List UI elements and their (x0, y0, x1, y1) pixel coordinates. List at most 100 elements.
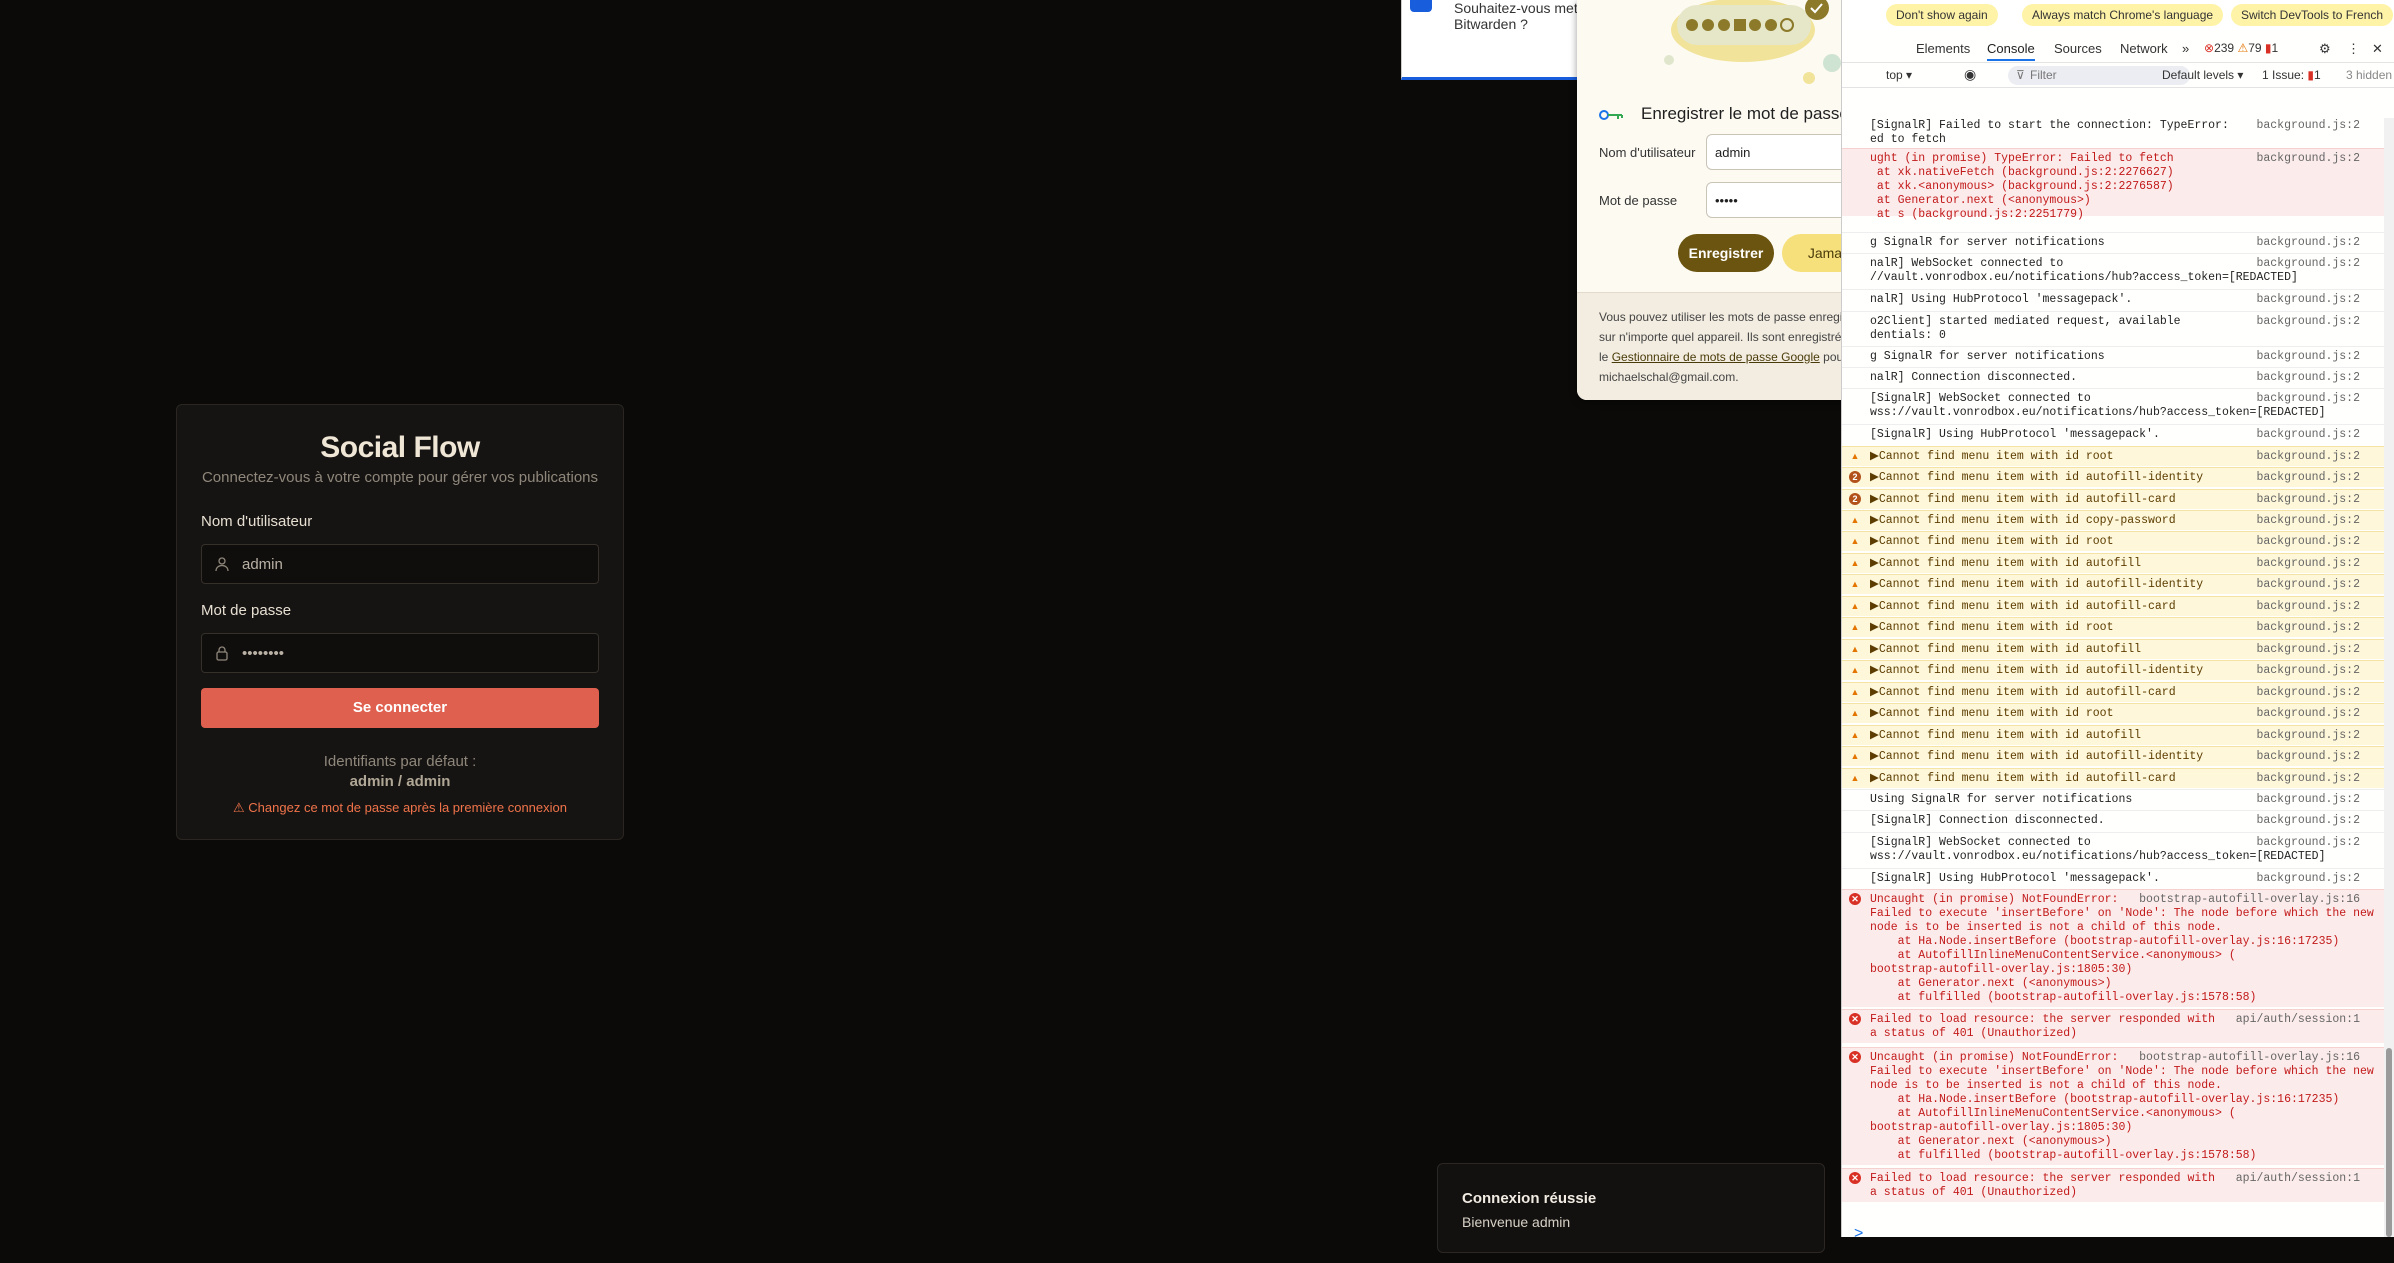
console-log-source-link[interactable]: background.js:2 (2256, 236, 2360, 249)
warning-triangle-icon: ▲ (1850, 558, 1860, 568)
console-log-source-link[interactable]: background.js:2 (2256, 772, 2360, 785)
console-log-source-link[interactable]: background.js:2 (2256, 686, 2360, 699)
match-language-button[interactable]: Always match Chrome's language (2022, 4, 2224, 26)
login-button[interactable]: Se connecter (201, 688, 599, 728)
google-password-manager-link[interactable]: Gestionnaire de mots de passe Google (1612, 350, 1820, 364)
console-log-row[interactable]: ▲ ▶Cannot find menu item with id autofill… (1842, 596, 2394, 616)
dont-show-again-button[interactable]: Don't show again (1886, 4, 1998, 26)
context-value: top (1886, 68, 1903, 82)
levels-value: Default levels (2162, 68, 2235, 82)
console-log-source-link[interactable]: background.js:2 (2256, 621, 2360, 634)
console-log-row[interactable]: [SignalR] Using HubProtocol 'messagepack… (1842, 868, 2394, 888)
console-log-source-link[interactable]: background.js:2 (2256, 315, 2360, 328)
console-log-source-link[interactable]: background.js:2 (2256, 371, 2360, 384)
console-log-row[interactable]: ✕ Failed to load resource: the server res… (1842, 1009, 2394, 1043)
console-log-source-link[interactable]: background.js:2 (2256, 707, 2360, 720)
console-log-row[interactable]: [SignalR] Using HubProtocol 'messagepack… (1842, 424, 2394, 444)
log-levels-dropdown[interactable]: Default levels ▾ (2162, 68, 2243, 82)
console-prompt[interactable]: > (1842, 1209, 2394, 1242)
console-log-source-link[interactable]: background.js:2 (2256, 600, 2360, 613)
console-log-source-link[interactable]: background.js:2 (2256, 836, 2360, 849)
error-counter[interactable]: ⊗239 ⚠79 ▮1 (2204, 41, 2278, 55)
console-log-row[interactable]: ▲ ▶Cannot find menu item with id autofill… (1842, 746, 2394, 766)
console-log-text: ▶Cannot find menu item with id autofill-… (1870, 493, 2176, 506)
console-log-source-link[interactable]: background.js:2 (2256, 119, 2360, 132)
console-log-area: [SignalR] Failed to start the connection… (1842, 118, 2394, 1237)
console-log-row[interactable]: o2Client] started mediated request, avai… (1842, 311, 2394, 345)
live-expression-eye-icon[interactable]: ◉ (1964, 66, 1976, 83)
console-log-row[interactable]: ▲ ▶Cannot find menu item with id autofill… (1842, 660, 2394, 680)
console-log-source-link[interactable]: background.js:2 (2256, 793, 2360, 806)
console-log-source-link[interactable]: background.js:2 (2256, 750, 2360, 763)
console-log-source-link[interactable]: background.js:2 (2256, 643, 2360, 656)
console-log-row[interactable]: ▲ ▶Cannot find menu item with id autofill… (1842, 574, 2394, 594)
settings-gear-icon[interactable]: ⚙ (2319, 41, 2331, 57)
error-icon: ⊗ (2204, 41, 2215, 55)
console-log-row[interactable]: ▲ ▶Cannot find menu item with id autofill… (1842, 768, 2394, 788)
save-password-button[interactable]: Enregistrer (1678, 234, 1774, 272)
console-log-source-link[interactable]: background.js:2 (2256, 392, 2360, 405)
scrollbar-thumb[interactable] (2386, 1048, 2392, 1237)
console-log-source-link[interactable]: background.js:2 (2256, 152, 2360, 165)
console-log-row[interactable]: g SignalR for server notifications backgr… (1842, 232, 2394, 252)
console-log-row[interactable]: nalR] WebSocket connected to //vault.von… (1842, 253, 2394, 287)
console-scrollbar[interactable] (2384, 118, 2394, 1237)
tab-sources[interactable]: Sources (2054, 41, 2102, 56)
console-log-source-link[interactable]: background.js:2 (2256, 257, 2360, 270)
console-log-text: ▶Cannot find menu item with id autofill (1870, 729, 2142, 742)
console-log-source-link[interactable]: background.js:2 (2256, 814, 2360, 827)
console-log-row[interactable]: [SignalR] WebSocket connected to wss://v… (1842, 832, 2394, 866)
username-input[interactable]: admin (201, 544, 599, 584)
close-devtools-icon[interactable]: ✕ (2372, 41, 2383, 57)
console-log-source-link[interactable]: background.js:2 (2256, 729, 2360, 742)
switch-language-button[interactable]: Switch DevTools to French (2231, 4, 2394, 26)
console-log-row[interactable]: [SignalR] WebSocket connected to wss://v… (1842, 388, 2394, 422)
console-log-source-link[interactable]: background.js:2 (2256, 493, 2360, 506)
console-log-row[interactable]: ▲ ▶Cannot find menu item with id autofill… (1842, 553, 2394, 573)
console-log-row[interactable]: ▲ ▶Cannot find menu item with id autofill… (1842, 682, 2394, 702)
tab-elements[interactable]: Elements (1916, 41, 1970, 56)
console-log-row[interactable]: [SignalR] Connection disconnected. backgr… (1842, 810, 2394, 830)
password-input[interactable]: •••••••• (201, 633, 599, 673)
tab-network[interactable]: Network (2120, 41, 2168, 56)
console-log-source-link[interactable]: api/auth/session:1 (2236, 1013, 2360, 1026)
console-log-row[interactable]: ✕ Uncaught (in promise) NotFoundError: Fa… (1842, 889, 2394, 1007)
console-log-row[interactable]: Using SignalR for server notifications ba… (1842, 789, 2394, 809)
console-log-source-link[interactable]: api/auth/session:1 (2236, 1172, 2360, 1185)
context-selector[interactable]: top ▾ (1886, 68, 1912, 82)
console-log-source-link[interactable]: background.js:2 (2256, 514, 2360, 527)
console-log-row[interactable]: ught (in promise) TypeError: Failed to f… (1842, 148, 2394, 221)
console-log-source-link[interactable]: background.js:2 (2256, 535, 2360, 548)
console-log-source-link[interactable]: background.js:2 (2256, 471, 2360, 484)
issues-button[interactable]: 1 Issue: ▮1 (2262, 68, 2321, 82)
error-badge-icon: ✕ (1849, 1013, 1861, 1025)
console-log-source-link[interactable]: background.js:2 (2256, 450, 2360, 463)
console-log-source-link[interactable]: background.js:2 (2256, 557, 2360, 570)
console-log-source-link[interactable]: background.js:2 (2256, 872, 2360, 885)
console-log-row[interactable]: ▲ ▶Cannot find menu item with id autofill… (1842, 725, 2394, 745)
console-log-row[interactable]: ▲ ▶Cannot find menu item with id root back… (1842, 531, 2394, 551)
console-log-source-link[interactable]: background.js:2 (2256, 578, 2360, 591)
kebab-menu-icon[interactable]: ⋮ (2347, 41, 2360, 57)
console-log-source-link[interactable]: background.js:2 (2256, 664, 2360, 677)
tab-console[interactable]: Console (1987, 41, 2035, 61)
console-log-source-link[interactable]: background.js:2 (2256, 428, 2360, 441)
console-log-row[interactable]: 2 ▶Cannot find menu item with id autofill… (1842, 489, 2394, 509)
console-log-source-link[interactable]: bootstrap-autofill-overlay.js:16 (2139, 893, 2360, 906)
console-log-row[interactable]: ▲ ▶Cannot find menu item with id root back… (1842, 617, 2394, 637)
console-log-row[interactable]: 2 ▶Cannot find menu item with id autofill… (1842, 467, 2394, 487)
console-log-row[interactable]: ▲ ▶Cannot find menu item with id root back… (1842, 703, 2394, 723)
console-log-row[interactable]: ✕ Failed to load resource: the server res… (1842, 1168, 2394, 1202)
console-log-row[interactable]: ▲ ▶Cannot find menu item with id copy-pas… (1842, 510, 2394, 530)
console-log-row[interactable]: g SignalR for server notifications backgr… (1842, 346, 2394, 366)
console-log-row[interactable]: ▲ ▶Cannot find menu item with id root back… (1842, 446, 2394, 466)
console-log-source-link[interactable]: background.js:2 (2256, 350, 2360, 363)
console-log-row[interactable]: [SignalR] Failed to start the connection… (1842, 118, 2394, 146)
more-tabs-button[interactable]: » (2182, 41, 2189, 56)
console-log-row[interactable]: ✕ Uncaught (in promise) NotFoundError: Fa… (1842, 1047, 2394, 1165)
console-log-source-link[interactable]: background.js:2 (2256, 293, 2360, 306)
console-log-source-link[interactable]: bootstrap-autofill-overlay.js:16 (2139, 1051, 2360, 1064)
console-log-row[interactable]: nalR] Connection disconnected. background… (1842, 367, 2394, 387)
console-log-row[interactable]: ▲ ▶Cannot find menu item with id autofill… (1842, 639, 2394, 659)
console-log-row[interactable]: nalR] Using HubProtocol 'messagepack'. ba… (1842, 289, 2394, 309)
